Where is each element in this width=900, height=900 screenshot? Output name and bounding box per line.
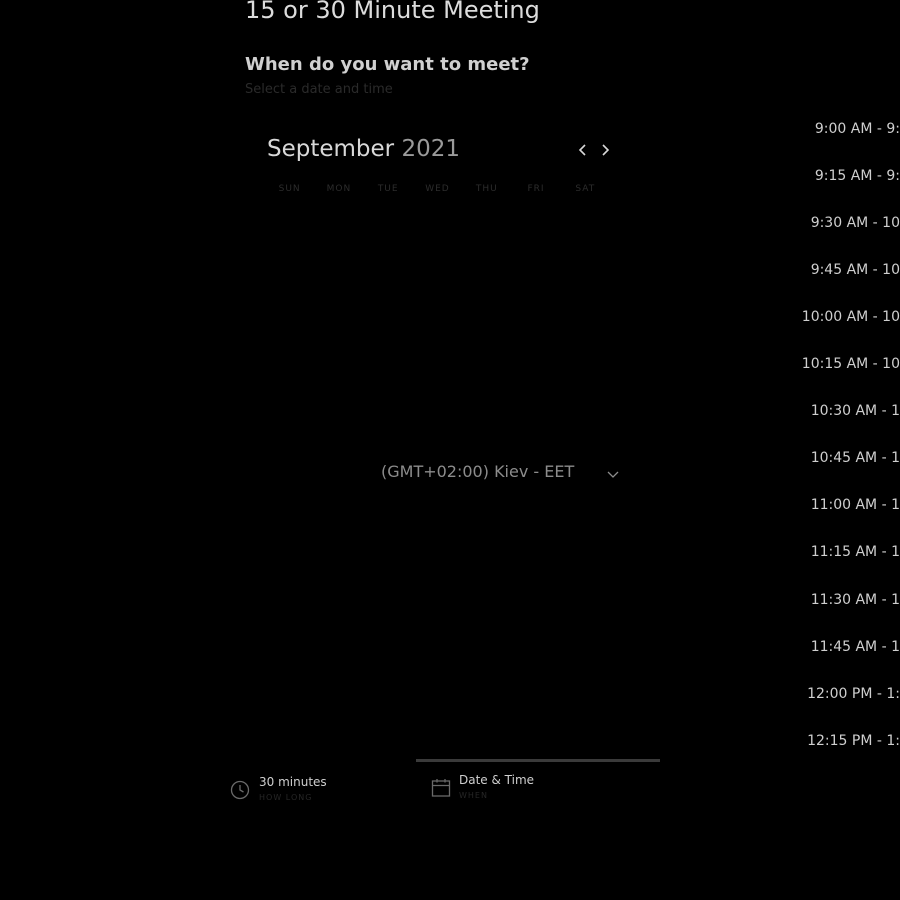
- step-datetime-label: Date & Time: [459, 773, 535, 787]
- time-slot[interactable]: 11:15 AM - 1: [811, 544, 900, 560]
- step-duration-sub: HOW LONG: [259, 793, 313, 802]
- time-slot[interactable]: 9:00 AM - 9:: [815, 121, 900, 137]
- timezone-select[interactable]: (GMT+02:00) Kiev - EET: [381, 462, 574, 481]
- calendar-icon: [431, 779, 451, 797]
- time-slot[interactable]: 11:00 AM - 1: [811, 497, 900, 513]
- calendar-weekdays: SUN MON TUE WED THU FRI SAT: [265, 184, 610, 194]
- step-duration[interactable]: [229, 779, 251, 805]
- time-slot[interactable]: 9:30 AM - 10: [811, 215, 900, 231]
- time-slot[interactable]: 10:00 AM - 10: [802, 309, 900, 325]
- active-step-indicator: [416, 759, 660, 762]
- time-slot[interactable]: 12:15 PM - 1:: [807, 733, 900, 749]
- prev-month-button[interactable]: [574, 140, 592, 160]
- weekday-wed: WED: [425, 184, 450, 194]
- section-subheading: Select a date and time: [245, 82, 393, 97]
- page-title: 15 or 30 Minute Meeting: [245, 0, 540, 24]
- calendar-month: September: [267, 136, 395, 162]
- next-month-button[interactable]: [596, 140, 614, 160]
- weekday-mon: MON: [326, 184, 352, 194]
- chevron-right-icon: [602, 144, 610, 156]
- time-slot[interactable]: 9:15 AM - 9:: [815, 168, 900, 184]
- timezone-dropdown-button[interactable]: [605, 466, 621, 482]
- time-slot[interactable]: 11:45 AM - 1: [811, 639, 900, 655]
- weekday-fri: FRI: [527, 184, 545, 194]
- time-slot[interactable]: 10:45 AM - 1: [811, 450, 900, 466]
- chevron-left-icon: [578, 144, 586, 156]
- weekday-tue: TUE: [377, 184, 399, 194]
- weekday-sun: SUN: [278, 184, 301, 194]
- calendar-year: 2021: [401, 136, 460, 162]
- time-slot[interactable]: 11:30 AM - 1: [811, 592, 900, 608]
- section-heading: When do you want to meet?: [245, 54, 530, 75]
- step-datetime-sub: WHEN: [459, 791, 488, 800]
- time-slot[interactable]: 10:15 AM - 10: [802, 356, 900, 372]
- time-slot[interactable]: 9:45 AM - 10: [811, 262, 900, 278]
- chevron-down-icon: [607, 471, 619, 478]
- weekday-sat: SAT: [575, 184, 596, 194]
- clock-icon: [230, 780, 250, 800]
- step-duration-label: 30 minutes: [259, 775, 327, 789]
- time-slot[interactable]: 10:30 AM - 1: [811, 403, 900, 419]
- weekday-thu: THU: [475, 184, 498, 194]
- calendar-month-year: September 2021: [267, 136, 460, 162]
- step-datetime[interactable]: [430, 777, 452, 803]
- time-slot[interactable]: 12:00 PM - 1:: [807, 686, 900, 702]
